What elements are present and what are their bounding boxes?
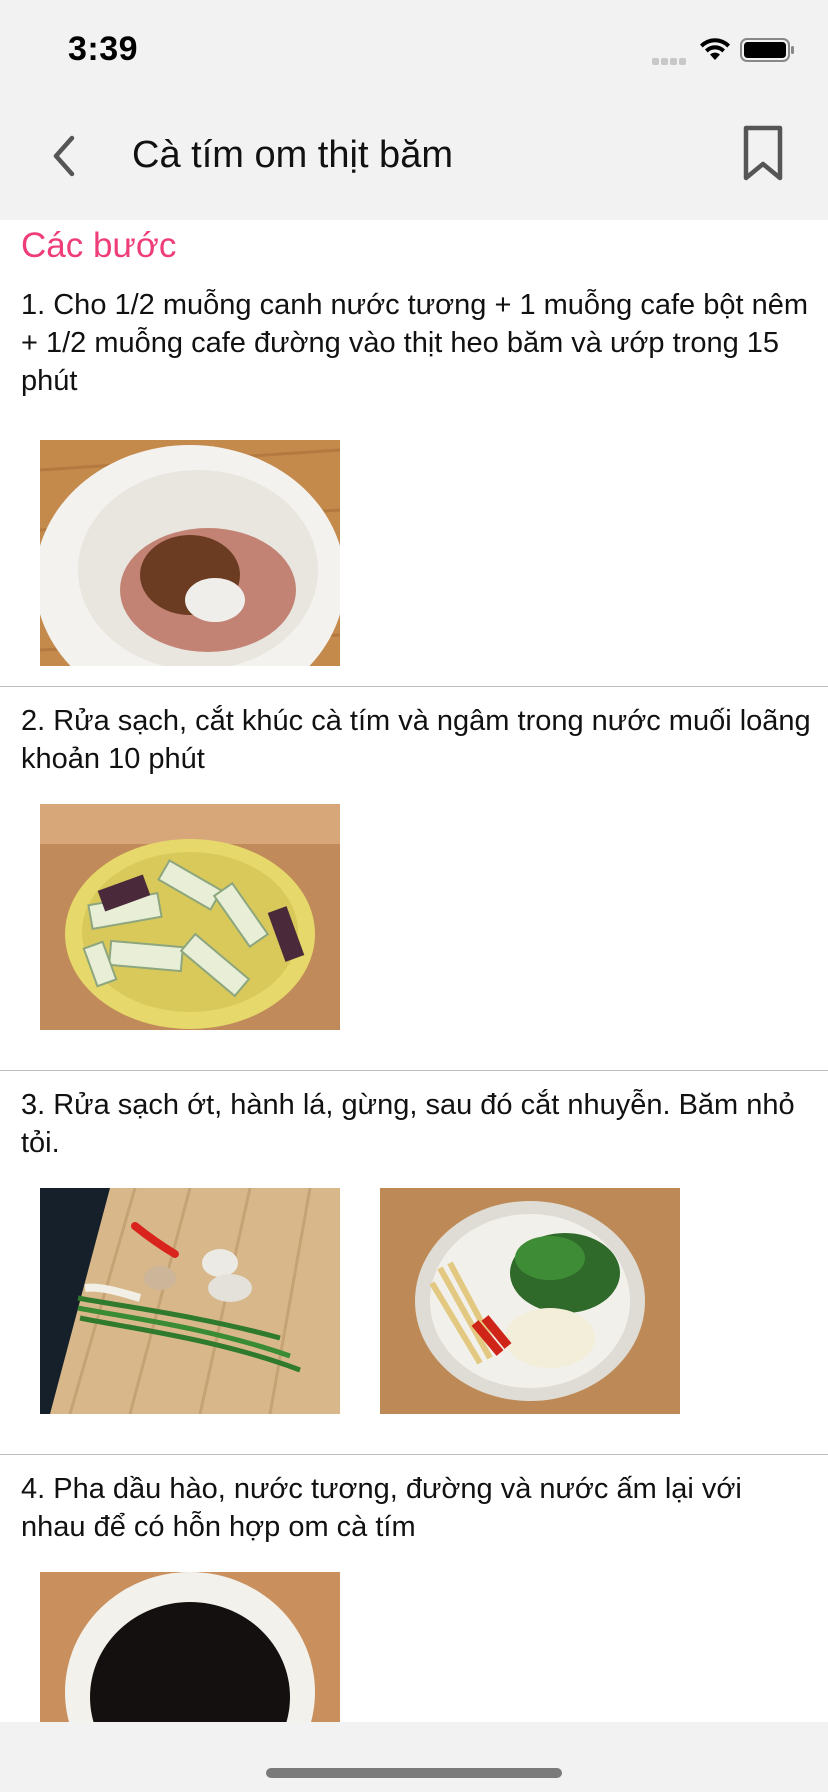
navigation-bar: Cà tím om thịt băm xyxy=(0,96,828,220)
chopped-aromatics-plate-photo[interactable] xyxy=(380,1188,680,1414)
bookmark-button[interactable] xyxy=(736,122,790,184)
chevron-left-icon xyxy=(53,135,75,177)
step-text: 3. Rửa sạch ớt, hành lá, gừng, sau đó cắ… xyxy=(21,1089,795,1159)
steps-content[interactable]: Các bước 1. Cho 1/2 muỗng canh nước tươn… xyxy=(0,220,828,1722)
step-text: 1. Cho 1/2 muỗng canh nước tương + 1 muỗ… xyxy=(21,289,809,397)
step-divider xyxy=(0,1070,828,1071)
chili-scallion-garlic-board-photo[interactable] xyxy=(40,1188,340,1414)
status-time: 3:39 xyxy=(68,30,139,68)
step-divider xyxy=(0,686,828,687)
eggplant-in-bowl-photo[interactable] xyxy=(40,804,340,1030)
step-text: 2. Rửa sạch, cắt khúc cà tím và ngâm tro… xyxy=(21,705,811,775)
back-button[interactable] xyxy=(40,126,90,186)
ground-pork-in-bowl-photo[interactable] xyxy=(40,440,340,666)
section-title: Các bước xyxy=(21,226,177,265)
home-indicator[interactable] xyxy=(266,1768,562,1778)
status-bar: 3:39 xyxy=(0,0,828,96)
home-indicator-area xyxy=(0,1722,828,1792)
bookmark-icon xyxy=(743,125,783,181)
sauce-bowl-photo[interactable] xyxy=(40,1572,340,1722)
page-title: Cà tím om thịt băm xyxy=(132,134,453,176)
step-divider xyxy=(0,1454,828,1455)
battery-icon xyxy=(740,38,794,62)
step-text: 4. Pha dầu hào, nước tương, đường và nướ… xyxy=(21,1473,742,1543)
wifi-icon xyxy=(700,38,730,60)
cellular-signal-icon xyxy=(652,52,688,70)
recipe-steps-screen: 3:39 Cà tím om thịt băm Các bước 1. Cho … xyxy=(0,0,828,1792)
